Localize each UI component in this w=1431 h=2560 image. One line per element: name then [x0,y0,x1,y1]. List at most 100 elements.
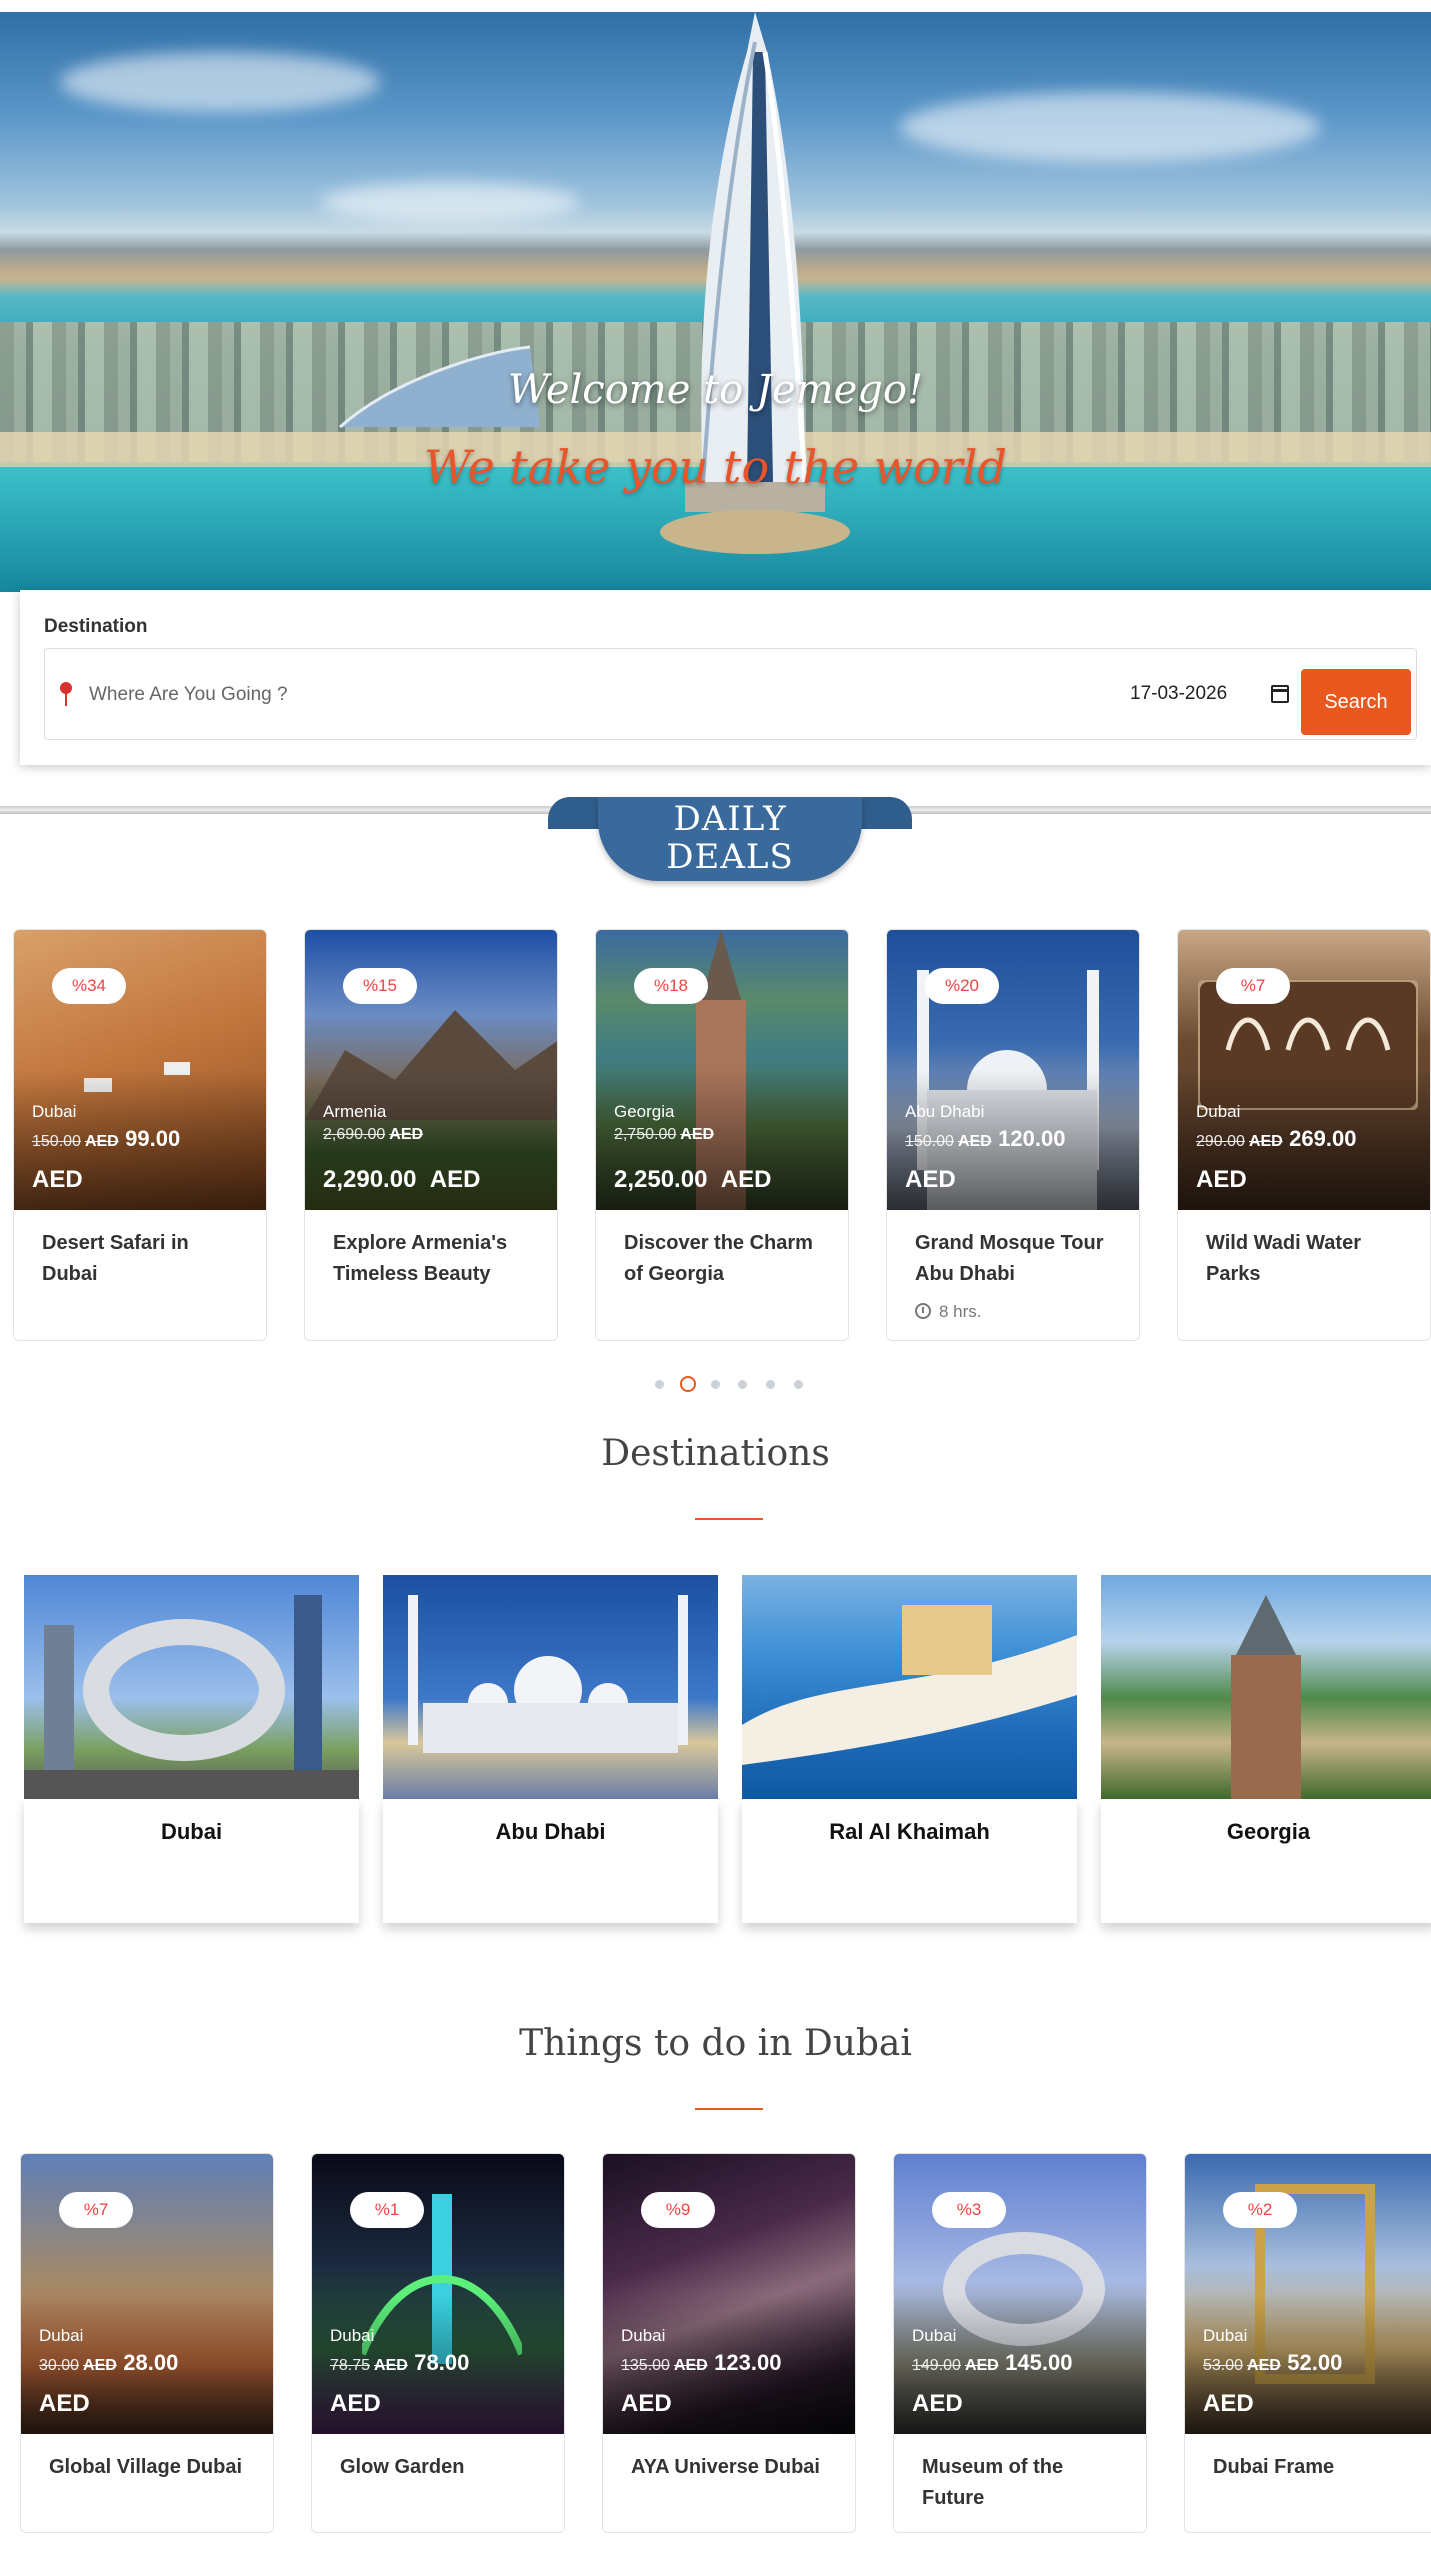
activity-card[interactable]: %2 Dubai 53.00 AED 52.00 AED Dubai Frame [1184,2153,1431,2533]
deal-image: %34 Dubai 150.00 AED 99.00 AED [14,930,266,1210]
deal-price: 2,750.00 AED [614,1126,715,1143]
destination-name: Ral Al Khaimah [829,1819,990,1844]
deal-currency: AED [905,1166,956,1193]
discount-badge: %7 [59,2192,133,2228]
deal-card[interactable]: %34 Dubai 150.00 AED 99.00 AED Desert Saf… [13,929,267,1341]
deal-image: %7 Dubai 290.00 AED 269.00 AED [1178,930,1430,1210]
activity-card[interactable]: %1 Dubai 78.75 AED 78.00 AED Glow Garden [311,2153,565,2533]
discount-badge: %34 [52,968,126,1004]
deal-card[interactable]: %7 Dubai 290.00 AED 269.00 AED Wild Wadi … [1177,929,1431,1341]
discount-badge: %3 [932,2192,1006,2228]
discount-badge: %9 [641,2192,715,2228]
abu-dhabi-mosque-illustration [408,1595,688,1753]
deal-card[interactable]: %20 Abu Dhabi 150.00 AED 120.00 AED Grand… [886,929,1140,1341]
deal-image: %18 Georgia 2,750.00 AED 2,250.00 AED [596,930,848,1210]
search-panel: Destination 17-03-2026 Search [20,590,1431,765]
deal-title[interactable]: Wild Wadi Water Parks [1206,1228,1406,1290]
activity-title[interactable]: Global Village Dubai [49,2452,249,2483]
clock-icon [915,1303,931,1319]
activity-price: 149.00 AED 145.00 [912,2350,1073,2375]
carousel-dot[interactable] [766,1380,775,1389]
destination-image [1101,1575,1431,1799]
discount-badge: %20 [925,968,999,1004]
deal-location: Abu Dhabi [905,1102,985,1121]
destination-card[interactable]: Abu Dhabi [383,1575,718,1923]
search-bar: 17-03-2026 Search [44,648,1417,740]
activity-currency: AED [621,2390,672,2417]
destination-card[interactable]: Ral Al Khaimah [742,1575,1077,1923]
daily-deals-line2: DEALS [666,837,794,877]
activity-currency: AED [1203,2390,1254,2417]
deal-image: %20 Abu Dhabi 150.00 AED 120.00 AED [887,930,1139,1210]
discount-badge: %1 [350,2192,424,2228]
deal-location: Dubai [1196,1102,1241,1121]
activity-title[interactable]: Dubai Frame [1213,2452,1413,2483]
activity-image: %1 Dubai 78.75 AED 78.00 AED [312,2154,564,2434]
title-underline [695,1518,763,1520]
destination-name: Georgia [1226,1819,1311,1844]
title-underline [695,2108,763,2110]
activity-image: %2 Dubai 53.00 AED 52.00 AED [1185,2154,1431,2434]
activity-price: 53.00 AED 52.00 [1203,2350,1343,2375]
activity-currency: AED [39,2390,90,2417]
destination-search-input[interactable] [89,671,689,719]
destination-image [742,1575,1077,1799]
activity-location: Dubai [912,2326,957,2345]
deal-title[interactable]: Explore Armenia's Timeless Beauty [333,1228,533,1290]
activity-location: Dubai [1203,2326,1248,2345]
daily-deals-badge: DAILY DEALS [598,797,862,881]
deal-card[interactable]: %15 Armenia 2,690.00 AED 2,290.00 AED Exp… [304,929,558,1341]
cloud [60,52,380,112]
hero-title: Welcome to Jemego! [507,367,924,413]
deal-title[interactable]: Grand Mosque Tour Abu Dhabi [915,1228,1115,1290]
daily-deals-line1: DAILY [673,799,787,839]
activity-location: Dubai [621,2326,666,2345]
calendar-icon[interactable] [1271,685,1289,703]
search-button[interactable]: Search [1301,669,1411,735]
deal-image: %15 Armenia 2,690.00 AED 2,290.00 AED [305,930,557,1210]
activity-title[interactable]: Glow Garden [340,2452,540,2483]
deal-duration: 8 hrs. [915,1302,982,1322]
deal-title[interactable]: Desert Safari in Dubai [42,1228,242,1290]
discount-badge: %18 [634,968,708,1004]
deal-card[interactable]: %18 Georgia 2,750.00 AED 2,250.00 AED Dis… [595,929,849,1341]
deal-location: Dubai [32,1102,77,1121]
dubai-illustration [24,1595,359,1799]
discount-badge: %7 [1216,968,1290,1004]
discount-badge: %2 [1223,2192,1297,2228]
deal-price-new: 2,290.00 AED [323,1166,481,1193]
deal-title[interactable]: Discover the Charm of Georgia [624,1228,824,1290]
activity-image: %7 Dubai 30.00 AED 28.00 AED [21,2154,273,2434]
activity-image: %3 Dubai 149.00 AED 145.00 AED [894,2154,1146,2434]
deal-price: 290.00 AED 269.00 [1196,1126,1357,1151]
activity-price: 78.75 AED 78.00 [330,2350,470,2375]
activity-price: 135.00 AED 123.00 [621,2350,782,2375]
carousel-dot[interactable] [794,1380,803,1389]
destination-name: Dubai [160,1819,223,1844]
carousel-dot[interactable] [711,1380,720,1389]
destination-card[interactable]: Dubai [24,1575,359,1923]
destination-card[interactable]: Georgia [1101,1575,1431,1923]
destination-image [383,1575,718,1799]
location-pin-icon [60,682,72,706]
carousel-dot[interactable] [738,1380,747,1389]
activity-card[interactable]: %7 Dubai 30.00 AED 28.00 AED Global Villa… [20,2153,274,2533]
carousel-dot[interactable] [655,1380,664,1389]
activity-location: Dubai [39,2326,84,2345]
hero-banner: Welcome to Jemego! We take you to the wo… [0,12,1431,592]
activity-card[interactable]: %3 Dubai 149.00 AED 145.00 AED Museum of … [893,2153,1147,2533]
cloud [900,92,1320,162]
activity-title[interactable]: AYA Universe Dubai [631,2452,831,2483]
destination-image [24,1575,359,1799]
activity-image: %9 Dubai 135.00 AED 123.00 AED [603,2154,855,2434]
ras-al-khaimah-illustration [742,1605,1077,1765]
deal-location: Armenia [323,1102,387,1121]
carousel-dot-active[interactable] [680,1376,696,1392]
date-field[interactable]: 17-03-2026 [1130,683,1227,705]
activity-card[interactable]: %9 Dubai 135.00 AED 123.00 AED AYA Univer… [602,2153,856,2533]
activity-currency: AED [912,2390,963,2417]
deal-location: Georgia [614,1102,675,1121]
discount-badge: %15 [343,968,417,1004]
activity-price: 30.00 AED 28.00 [39,2350,179,2375]
activity-title[interactable]: Museum of the Future [922,2452,1122,2514]
